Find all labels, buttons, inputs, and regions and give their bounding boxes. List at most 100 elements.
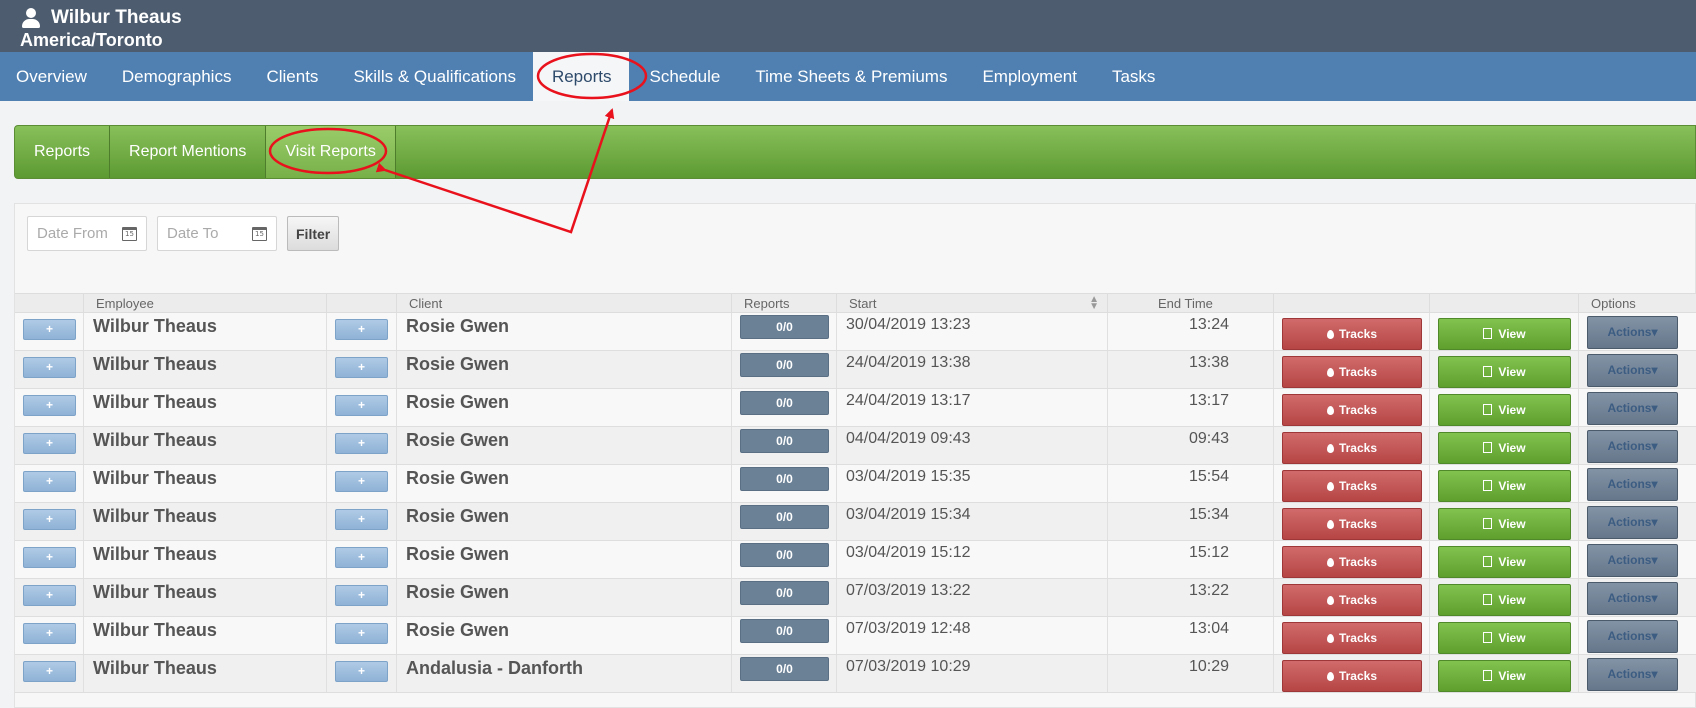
header-start[interactable]: Start ▲ ▼ — [837, 294, 1108, 312]
tracks-button[interactable]: Tracks — [1282, 584, 1422, 616]
nav-schedule[interactable]: Schedule — [633, 52, 739, 101]
actions-dropdown-button[interactable]: Actions▾ — [1587, 392, 1678, 425]
subnav-report-mentions[interactable]: Report Mentions — [110, 126, 267, 178]
header-end-time[interactable]: End Time — [1108, 294, 1274, 312]
tracks-button[interactable]: Tracks — [1282, 432, 1422, 464]
expand-client-button[interactable]: + — [335, 471, 388, 492]
nav-overview[interactable]: Overview — [0, 52, 106, 101]
nav-skills-qualifications[interactable]: Skills & Qualifications — [337, 52, 535, 101]
tracks-button[interactable]: Tracks — [1282, 470, 1422, 502]
actions-dropdown-button[interactable]: Actions▾ — [1587, 544, 1678, 577]
expand-client-button[interactable]: + — [335, 433, 388, 454]
client-name[interactable]: Rosie Gwen — [406, 544, 509, 565]
date-to-field[interactable]: 15 — [157, 216, 277, 251]
subnav-visit-reports[interactable]: Visit Reports — [266, 126, 396, 178]
header-client[interactable]: Client — [397, 294, 732, 312]
expand-client-button[interactable]: + — [335, 319, 388, 340]
expand-employee-button[interactable]: + — [23, 547, 76, 568]
view-pdf-button[interactable]: View — [1438, 394, 1571, 426]
header-reports[interactable]: Reports — [732, 294, 837, 312]
view-pdf-button[interactable]: View — [1438, 356, 1571, 388]
tracks-button[interactable]: Tracks — [1282, 318, 1422, 350]
nav-clients[interactable]: Clients — [250, 52, 337, 101]
actions-dropdown-button[interactable]: Actions▾ — [1587, 658, 1678, 691]
client-cell: Rosie Gwen — [397, 389, 732, 426]
nav-tasks[interactable]: Tasks — [1096, 52, 1174, 101]
nav-employment[interactable]: Employment — [966, 52, 1095, 101]
client-name[interactable]: Rosie Gwen — [406, 506, 509, 527]
employee-name[interactable]: Wilbur Theaus — [93, 430, 217, 451]
view-pdf-button[interactable]: View — [1438, 470, 1571, 502]
expand-employee-button[interactable]: + — [23, 395, 76, 416]
expand-client-button[interactable]: + — [335, 661, 388, 682]
table-row: + Wilbur Theaus + Rosie Gwen 0/0 24/04/2… — [15, 351, 1696, 389]
view-pdf-button[interactable]: View — [1438, 318, 1571, 350]
sort-icon[interactable]: ▲ ▼ — [1089, 295, 1099, 312]
expand-client-button[interactable]: + — [335, 509, 388, 530]
employee-name[interactable]: Wilbur Theaus — [93, 392, 217, 413]
expand-employee-button[interactable]: + — [23, 623, 76, 644]
tracks-button[interactable]: Tracks — [1282, 660, 1422, 692]
client-name[interactable]: Rosie Gwen — [406, 582, 509, 603]
actions-dropdown-button[interactable]: Actions▾ — [1587, 620, 1678, 653]
visit-reports-panel: 15 15 Filter Employee Client Reports Sta… — [14, 203, 1696, 708]
actions-dropdown-button[interactable]: Actions▾ — [1587, 582, 1678, 615]
client-name[interactable]: Andalusia - Danforth — [406, 658, 583, 679]
expand-employee-button[interactable]: + — [23, 471, 76, 492]
actions-label: Actions — [1607, 591, 1652, 605]
actions-dropdown-button[interactable]: Actions▾ — [1587, 506, 1678, 539]
client-name[interactable]: Rosie Gwen — [406, 316, 509, 337]
expand-employee-button[interactable]: + — [23, 585, 76, 606]
employee-name[interactable]: Wilbur Theaus — [93, 354, 217, 375]
actions-dropdown-button[interactable]: Actions▾ — [1587, 468, 1678, 501]
expand-client-button[interactable]: + — [335, 623, 388, 644]
employee-name[interactable]: Wilbur Theaus — [93, 316, 217, 337]
client-name[interactable]: Rosie Gwen — [406, 354, 509, 375]
header-expand-client — [327, 294, 397, 312]
tracks-button[interactable]: Tracks — [1282, 546, 1422, 578]
employee-name[interactable]: Wilbur Theaus — [93, 544, 217, 565]
employee-name[interactable]: Wilbur Theaus — [93, 620, 217, 641]
expand-client-button[interactable]: + — [335, 585, 388, 606]
expand-client-button[interactable]: + — [335, 357, 388, 378]
date-from-field[interactable]: 15 — [27, 216, 147, 251]
employee-name[interactable]: Wilbur Theaus — [93, 506, 217, 527]
expand-employee-button[interactable]: + — [23, 319, 76, 340]
filter-button[interactable]: Filter — [287, 216, 340, 251]
expand-employee-button[interactable]: + — [23, 357, 76, 378]
header-employee[interactable]: Employee — [84, 294, 327, 312]
calendar-icon[interactable]: 15 — [252, 227, 267, 241]
tracks-button[interactable]: Tracks — [1282, 508, 1422, 540]
expand-employee-button[interactable]: + — [23, 509, 76, 530]
expand-employee-button[interactable]: + — [23, 661, 76, 682]
view-pdf-button[interactable]: View — [1438, 622, 1571, 654]
view-pdf-button[interactable]: View — [1438, 546, 1571, 578]
actions-dropdown-button[interactable]: Actions▾ — [1587, 430, 1678, 463]
tracks-button[interactable]: Tracks — [1282, 622, 1422, 654]
expand-client-button[interactable]: + — [335, 395, 388, 416]
employee-name[interactable]: Wilbur Theaus — [93, 582, 217, 603]
end-cell: 10:29 — [1108, 655, 1274, 692]
actions-dropdown-button[interactable]: Actions▾ — [1587, 316, 1678, 349]
calendar-icon[interactable]: 15 — [122, 227, 137, 241]
client-name[interactable]: Rosie Gwen — [406, 620, 509, 641]
view-pdf-button[interactable]: View — [1438, 660, 1571, 692]
tracks-button[interactable]: Tracks — [1282, 394, 1422, 426]
view-pdf-button[interactable]: View — [1438, 584, 1571, 616]
nav-demographics[interactable]: Demographics — [106, 52, 251, 101]
employee-name[interactable]: Wilbur Theaus — [93, 658, 217, 679]
expand-client-button[interactable]: + — [335, 547, 388, 568]
expand-employee-button[interactable]: + — [23, 433, 76, 454]
subnav-reports[interactable]: Reports — [15, 126, 111, 178]
tracks-button[interactable]: Tracks — [1282, 356, 1422, 388]
view-pdf-button[interactable]: View — [1438, 508, 1571, 540]
client-name[interactable]: Rosie Gwen — [406, 430, 509, 451]
nav-reports[interactable]: Reports — [532, 52, 630, 101]
nav-time-sheets-premiums[interactable]: Time Sheets & Premiums — [739, 52, 966, 101]
actions-dropdown-button[interactable]: Actions▾ — [1587, 354, 1678, 387]
client-name[interactable]: Rosie Gwen — [406, 392, 509, 413]
employee-name[interactable]: Wilbur Theaus — [93, 468, 217, 489]
view-pdf-button[interactable]: View — [1438, 432, 1571, 464]
employee-cell: Wilbur Theaus — [84, 503, 327, 540]
client-name[interactable]: Rosie Gwen — [406, 468, 509, 489]
